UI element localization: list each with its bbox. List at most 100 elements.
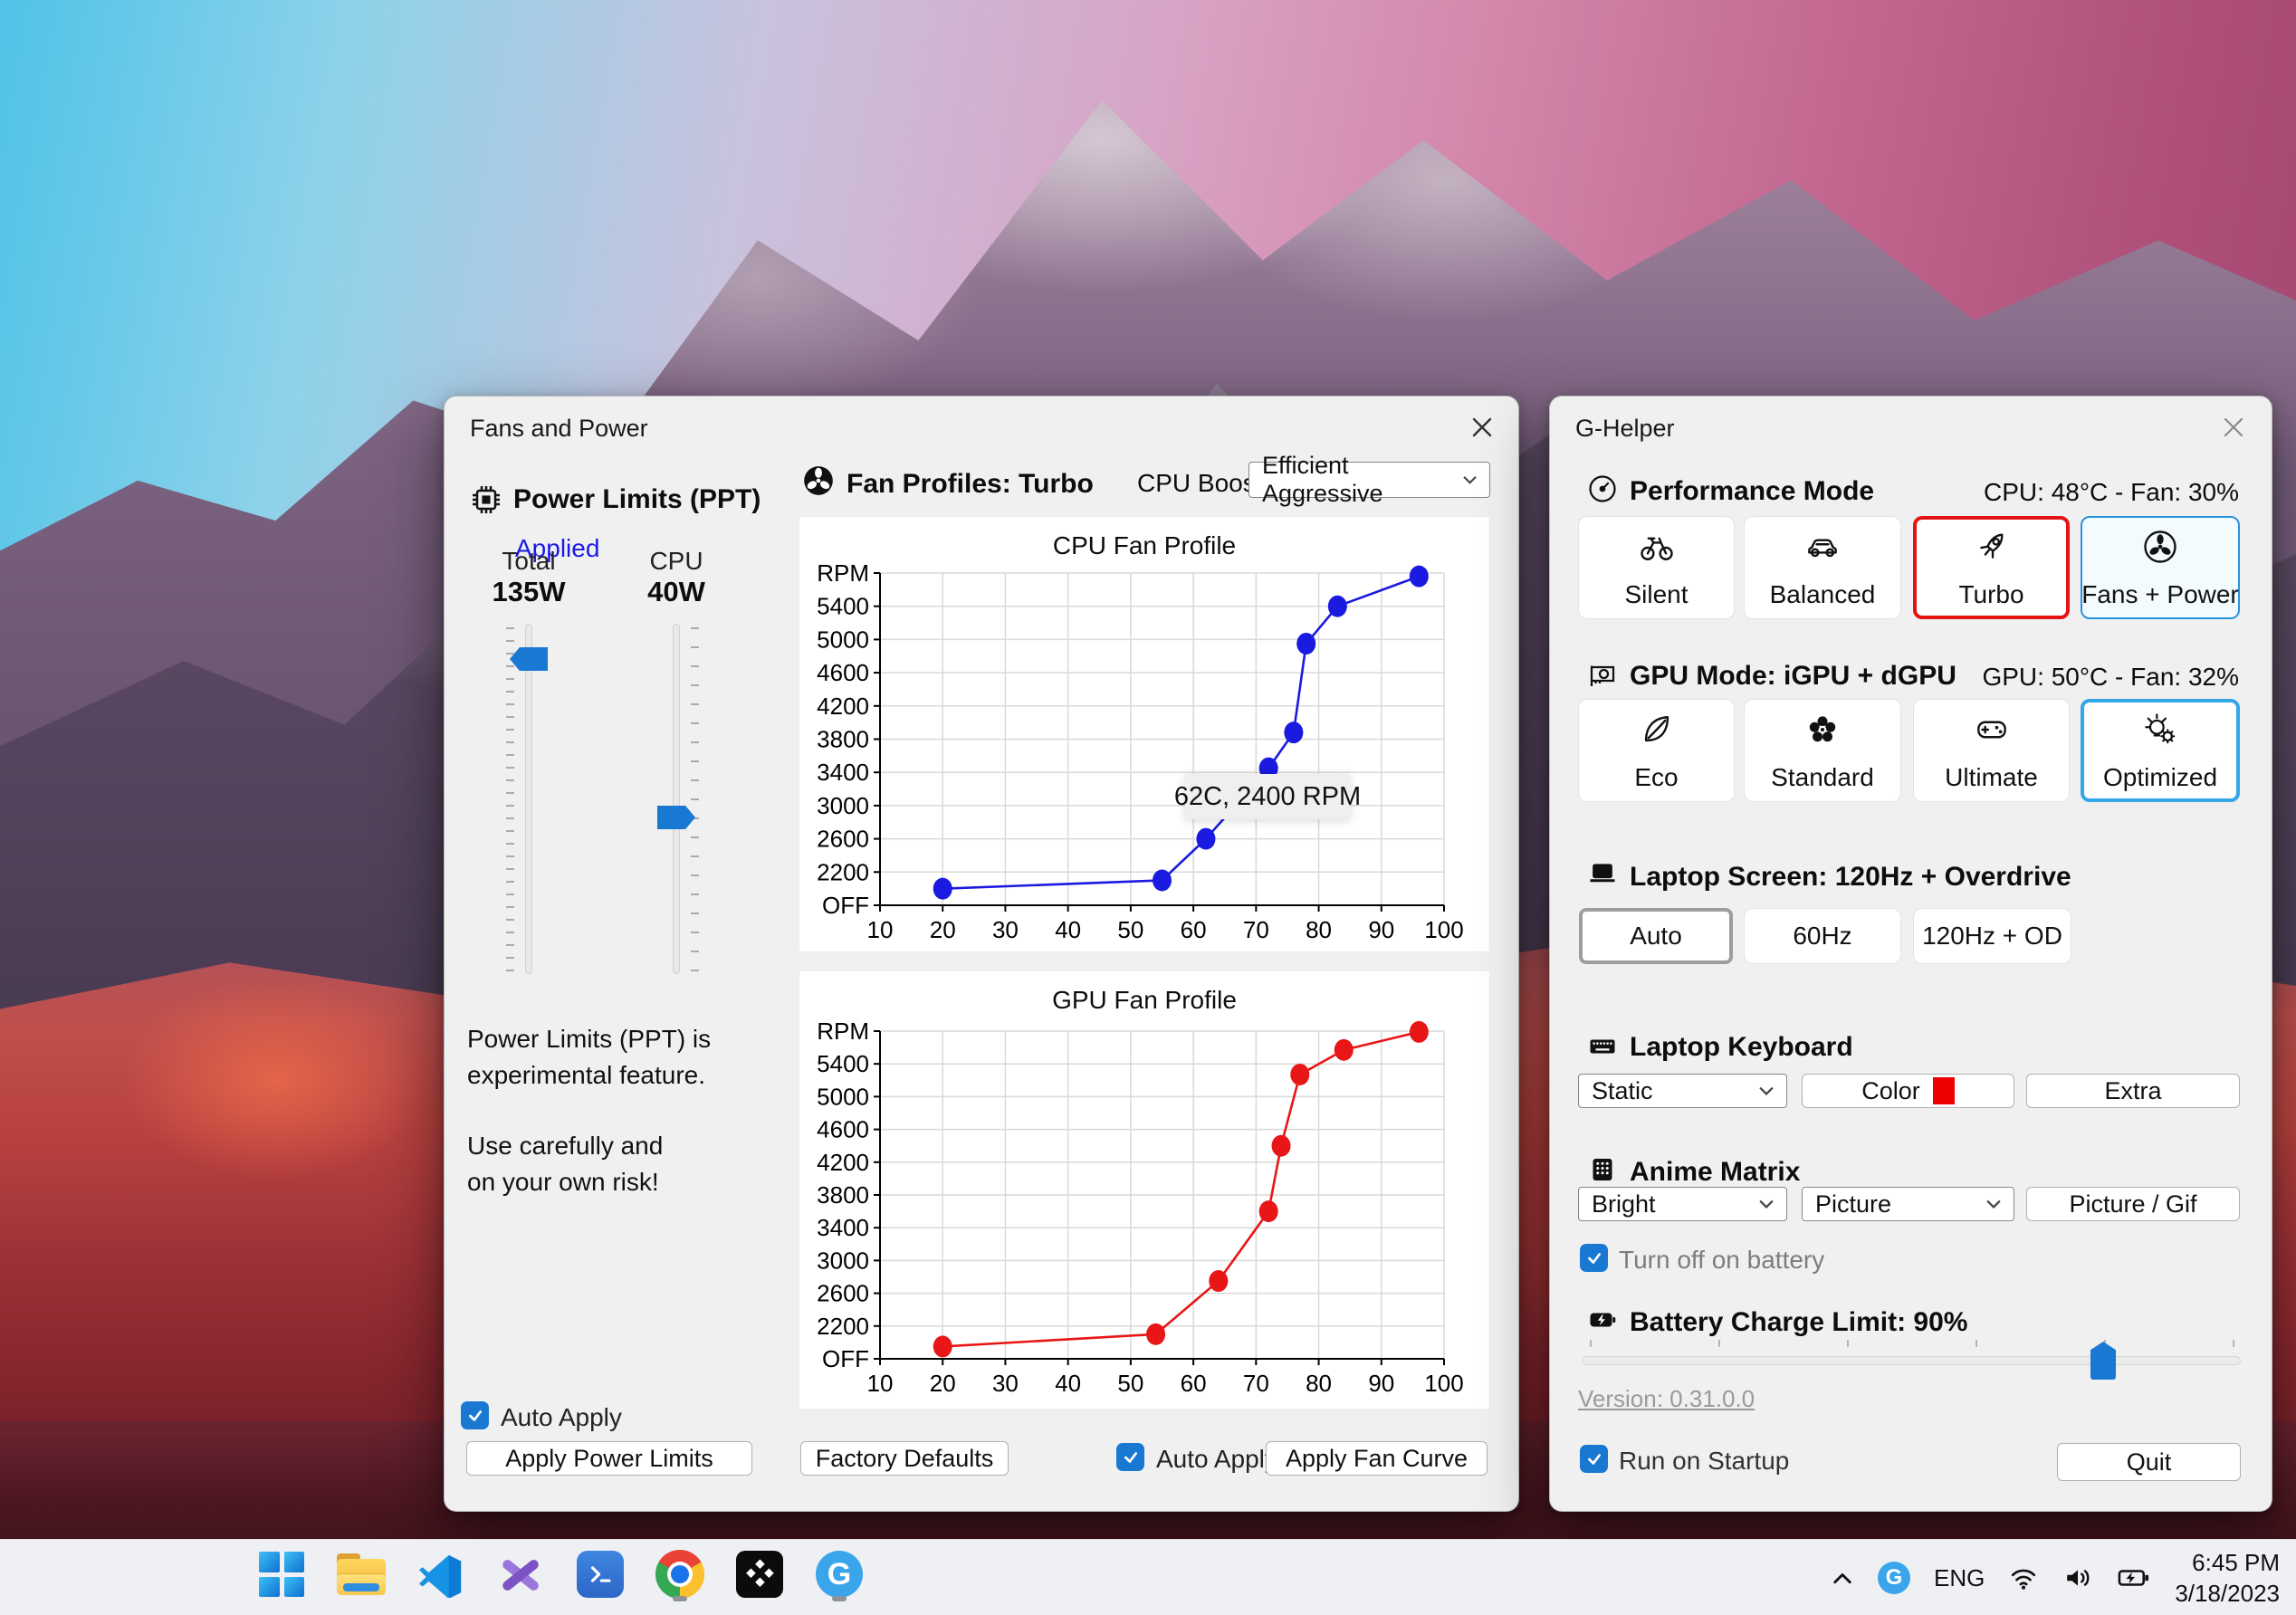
- mode-button-balanced[interactable]: Balanced: [1744, 516, 1901, 619]
- keyboard-color-button[interactable]: Color: [1802, 1074, 2014, 1108]
- start-button[interactable]: [256, 1547, 307, 1601]
- svg-text:5000: 5000: [817, 626, 869, 653]
- mode-button-silent[interactable]: Silent: [1578, 516, 1735, 619]
- laptop-screen-header: Laptop Screen: 120Hz + Overdrive: [1630, 862, 2071, 892]
- gpu-button-standard[interactable]: Standard: [1744, 699, 1901, 802]
- taskbar-icons: G: [256, 1547, 865, 1601]
- svg-text:2600: 2600: [817, 826, 869, 853]
- mode-button-fans-power[interactable]: Fans + Power: [2081, 516, 2240, 619]
- chevron-down-icon: [1986, 1199, 2001, 1209]
- screen-button-auto[interactable]: Auto: [1579, 908, 1733, 964]
- svg-text:OFF: OFF: [822, 1345, 869, 1372]
- vscode-icon: [418, 1554, 462, 1598]
- chrome-icon: [655, 1550, 704, 1599]
- auto-apply-power-checkbox[interactable]: [461, 1401, 489, 1429]
- tray-clock[interactable]: 6:45 PM 3/18/2023: [2175, 1547, 2280, 1609]
- warning-line: experimental feature.: [467, 1061, 706, 1089]
- svg-text:2200: 2200: [817, 1313, 869, 1340]
- flower-icon: [1803, 710, 1842, 754]
- svg-text:5400: 5400: [817, 593, 869, 620]
- svg-text:4200: 4200: [817, 693, 869, 720]
- file-explorer-button[interactable]: [336, 1547, 387, 1601]
- screen-button-120hz-od[interactable]: 120Hz + OD: [1913, 908, 2071, 964]
- color-button-label: Color: [1861, 1076, 1920, 1104]
- matrix-brightness-select[interactable]: Bright: [1578, 1187, 1787, 1221]
- matrix-content-select[interactable]: Picture: [1802, 1187, 2014, 1221]
- quit-button[interactable]: Quit: [2057, 1443, 2241, 1481]
- battery-slider-ticks: [1590, 1340, 2237, 1347]
- g-helper-tray-icon[interactable]: G: [1877, 1562, 1910, 1594]
- g-helper-button[interactable]: G: [814, 1547, 865, 1601]
- keyboard-mode-select[interactable]: Static: [1578, 1074, 1787, 1108]
- auto-apply-fan-label: Auto Apply: [1156, 1445, 1277, 1473]
- svg-text:60: 60: [1181, 1370, 1207, 1397]
- turn-off-battery-checkbox[interactable]: [1580, 1244, 1608, 1272]
- screen-button-60hz[interactable]: 60Hz: [1744, 908, 1901, 964]
- warning-line: Power Limits (PPT) is: [467, 1025, 712, 1053]
- color-swatch: [1932, 1077, 1955, 1104]
- keyboard-extra-button[interactable]: Extra: [2026, 1074, 2240, 1108]
- auto-apply-fan-checkbox[interactable]: [1116, 1443, 1144, 1471]
- cpu-slider-track[interactable]: [673, 624, 680, 974]
- gpu-button-ultimate[interactable]: Ultimate: [1913, 699, 2070, 802]
- terminal-button[interactable]: [575, 1547, 626, 1601]
- rocket-icon: [1972, 527, 2012, 571]
- close-icon[interactable]: [2214, 407, 2253, 447]
- svg-text:2600: 2600: [817, 1280, 869, 1307]
- desktop: Fans and Power Power Limits (PPT) Applie…: [0, 0, 2296, 1615]
- gpu-button-label: Optimized: [2102, 762, 2218, 791]
- tidal-button[interactable]: [734, 1547, 785, 1601]
- svg-text:40: 40: [1055, 916, 1081, 943]
- visual-studio-button[interactable]: [495, 1547, 546, 1601]
- bulb-gear-icon: [2140, 710, 2180, 754]
- chevron-down-icon: [1759, 1086, 1774, 1095]
- volume-icon[interactable]: [2062, 1564, 2093, 1591]
- chrome-button[interactable]: [655, 1547, 705, 1601]
- battery-charging-icon[interactable]: [2117, 1564, 2151, 1591]
- svg-text:70: 70: [1243, 916, 1269, 943]
- vscode-button[interactable]: [416, 1547, 466, 1601]
- screen-button-label: Auto: [1630, 922, 1682, 950]
- picture-gif-button[interactable]: Picture / Gif: [2026, 1187, 2240, 1221]
- matrix-icon: [1586, 1153, 1619, 1190]
- cpu-boost-select[interactable]: Efficient Aggressive: [1248, 452, 1490, 507]
- language-indicator[interactable]: ENG: [1934, 1564, 1985, 1592]
- chevron-down-icon: [1463, 476, 1477, 484]
- svg-text:60: 60: [1181, 916, 1207, 943]
- svg-text:3000: 3000: [817, 792, 869, 819]
- gpu-fan-chart[interactable]: GPU Fan Profile 10 20 30 40 50 60 70 80 90 100 OFF…: [799, 970, 1490, 1410]
- g-helper-window: G-Helper Performance Mode CPU: 48°C - Fa…: [1549, 396, 2272, 1512]
- keyboard-mode-value: Static: [1592, 1076, 1653, 1104]
- gpu-button-label: Eco: [1634, 762, 1679, 791]
- total-slider-thumb[interactable]: [510, 647, 548, 671]
- battery-slider-thumb[interactable]: [2090, 1342, 2116, 1380]
- svg-text:70: 70: [1243, 1370, 1269, 1397]
- version-link[interactable]: Version: 0.31.0.0: [1578, 1385, 1755, 1413]
- svg-text:100: 100: [1424, 1370, 1463, 1397]
- total-value: 135W: [492, 576, 566, 607]
- apply-fan-curve-button[interactable]: Apply Fan Curve: [1266, 1441, 1488, 1476]
- performance-mode-header: Performance Mode: [1630, 476, 1875, 506]
- wifi-icon[interactable]: [2008, 1564, 2039, 1591]
- gpu-temp-fan-stat: GPU: 50°C - Fan: 32%: [1982, 663, 2239, 691]
- svg-text:30: 30: [992, 1370, 1019, 1397]
- apply-power-limits-button[interactable]: Apply Power Limits: [466, 1441, 752, 1476]
- tray-chevron-up-icon[interactable]: [1831, 1569, 1854, 1587]
- gauge-icon: [1586, 473, 1619, 510]
- running-indicator: [832, 1596, 847, 1601]
- gpu-button-eco[interactable]: Eco: [1578, 699, 1735, 802]
- cpu-label: CPU: [649, 547, 703, 575]
- battery-slider-track[interactable]: [1583, 1356, 2241, 1365]
- cpu-fan-chart[interactable]: CPU Fan Profile 10 20 30 40 50 60 70 80 90 100 OFF…: [799, 516, 1490, 952]
- tidal-icon: [736, 1551, 783, 1598]
- battery-charge-limit-header: Battery Charge Limit: 90%: [1630, 1307, 1968, 1337]
- run-on-startup-checkbox[interactable]: [1580, 1445, 1608, 1473]
- gpu-button-optimized[interactable]: Optimized: [2081, 699, 2240, 802]
- cpu-slider-thumb[interactable]: [657, 806, 695, 829]
- factory-defaults-button[interactable]: Factory Defaults: [800, 1441, 1009, 1476]
- fans-and-power-window: Fans and Power Power Limits (PPT) Applie…: [444, 396, 1519, 1512]
- close-icon[interactable]: [1462, 407, 1502, 447]
- mode-button-turbo[interactable]: Turbo: [1913, 516, 2070, 619]
- svg-text:40: 40: [1055, 1370, 1081, 1397]
- total-slider-track[interactable]: [525, 624, 532, 974]
